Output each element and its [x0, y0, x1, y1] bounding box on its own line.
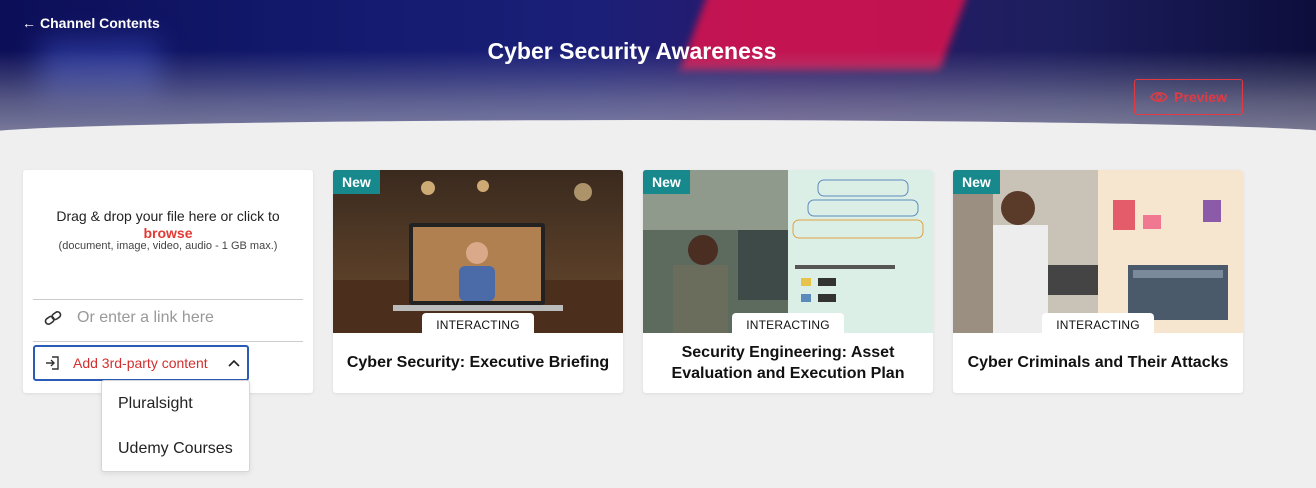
card-title[interactable]: Cyber Security: Executive Briefing — [333, 352, 623, 373]
status-badge: INTERACTING — [732, 313, 844, 337]
new-badge: New — [953, 170, 1000, 194]
import-icon — [46, 356, 59, 370]
preview-label: Preview — [1174, 89, 1227, 105]
new-badge: New — [333, 170, 380, 194]
content-card[interactable]: New INTERACTING Cyber Security: Executiv… — [333, 170, 623, 393]
page-title: Cyber Security Awareness — [487, 38, 777, 64]
dropzone-instructions: Drag & drop your file here or click to b… — [23, 208, 313, 242]
divider — [33, 299, 303, 300]
preview-button[interactable]: Preview — [1134, 79, 1243, 115]
back-link-label: Channel Contents — [40, 15, 160, 31]
link-input-row[interactable]: Or enter a link here — [43, 309, 214, 327]
card-thumbnail — [643, 170, 933, 333]
third-party-label: Add 3rd-party content — [73, 355, 208, 371]
eye-icon — [1150, 92, 1168, 102]
status-badge: INTERACTING — [422, 313, 534, 337]
link-icon — [44, 311, 62, 325]
add-third-party-content-button[interactable]: Add 3rd-party content — [33, 345, 249, 381]
arrow-left-icon: ← — [22, 15, 36, 31]
content-card[interactable]: New INTERACTING Security Engineering: As… — [643, 170, 933, 393]
status-badge: INTERACTING — [1042, 313, 1154, 337]
menu-item-pluralsight[interactable]: Pluralsight — [102, 381, 249, 426]
menu-item-udemy-courses[interactable]: Udemy Courses — [102, 426, 249, 471]
drag-drop-text: Drag & drop your file here or click to — [56, 208, 280, 224]
chevron-up-icon — [228, 359, 240, 367]
channel-banner — [0, 0, 1316, 135]
new-badge: New — [643, 170, 690, 194]
card-title[interactable]: Cyber Criminals and Their Attacks — [953, 352, 1243, 373]
divider — [33, 341, 303, 342]
third-party-dropdown-menu: Pluralsight Udemy Courses — [101, 380, 250, 472]
card-thumbnail — [333, 170, 623, 333]
upload-dropzone[interactable]: Drag & drop your file here or click to b… — [23, 170, 313, 393]
back-to-channel-contents-link[interactable]: ← Channel Contents — [22, 15, 160, 31]
upload-size-hint: (document, image, video, audio - 1 GB ma… — [58, 240, 278, 252]
card-thumbnail — [953, 170, 1243, 333]
content-card[interactable]: New INTERACTING Cyber Criminals and Thei… — [953, 170, 1243, 393]
card-title[interactable]: Security Engineering: Asset Evaluation a… — [643, 342, 933, 384]
link-input[interactable]: Or enter a link here — [77, 309, 214, 327]
